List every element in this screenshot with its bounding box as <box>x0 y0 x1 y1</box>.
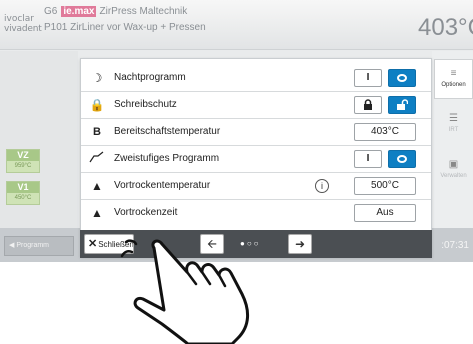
tab-irt[interactable]: ☰ IRT <box>434 105 473 145</box>
tab-options[interactable]: ≡ Optionen <box>434 59 473 99</box>
lock-open-icon <box>397 99 409 110</box>
write-protect-unlock-button[interactable] <box>388 96 416 114</box>
lock-icon: 🔒 <box>89 98 105 112</box>
options-list: ☽ Nachtprogramm I 🔒 Schreibschutz B Bere… <box>80 58 432 257</box>
off-ring-icon <box>397 155 407 163</box>
two-stage-icon <box>89 151 105 167</box>
v1-code: V1 <box>7 182 39 193</box>
v1-tile[interactable]: V1 450°C <box>6 181 40 205</box>
two-stage-off-button[interactable] <box>388 150 416 168</box>
v1-value: 450°C <box>14 195 32 201</box>
device-screen: ivoclar vivadent G6 ie.max ZirPress Maltec… <box>0 0 473 262</box>
write-protect-lock-button[interactable] <box>354 96 382 114</box>
predry-time-icon: ▲ <box>91 206 103 220</box>
setting-label: Nachtprogramm <box>114 72 186 83</box>
program-number: P101 <box>44 22 68 33</box>
current-temperature: 403°C <box>418 14 473 41</box>
lock-closed-icon <box>364 99 372 110</box>
setting-row-standby-temperature: B Bereitschaftstemperatur 403°C <box>81 119 431 146</box>
setting-label: Vortrockenzeit <box>114 207 178 218</box>
tab-manage[interactable]: ▣ Verwalten <box>434 151 473 191</box>
logo-line-1: ivoclar <box>4 14 34 24</box>
irt-icon: ☰ <box>449 113 458 124</box>
setting-row-predry-time: ▲ Vortrockenzeit Aus <box>81 200 431 227</box>
program-tab-label: Programm <box>16 242 50 249</box>
hand-pointer-icon <box>120 239 249 344</box>
night-program-off-button[interactable] <box>388 69 416 87</box>
program-tab[interactable]: ◀ Programm <box>4 236 74 256</box>
setting-label: Bereitschaftstemperatur <box>114 126 221 137</box>
standby-temperature-button[interactable]: 403°C <box>354 123 416 141</box>
logo-line-2: vivadent <box>4 24 42 34</box>
vz-code: VZ <box>7 150 39 161</box>
tab-manage-label: Verwalten <box>440 173 467 179</box>
vz-tile[interactable]: VZ 959°C <box>6 149 40 173</box>
material-badge: ie.max <box>61 6 97 17</box>
tab-options-label: Optionen <box>441 82 466 88</box>
predry-temperature-button[interactable]: 500°C <box>354 177 416 195</box>
right-tab-pane: ≡ Optionen ☰ IRT ▣ Verwalten <box>432 51 473 229</box>
standby-icon: B <box>93 126 101 138</box>
night-program-on-button[interactable]: I <box>354 69 382 87</box>
night-icon: ☽ <box>91 71 103 85</box>
setting-row-two-stage: Zweistufiges Programm I <box>81 146 431 173</box>
clock-readout: :07:31 <box>441 240 469 251</box>
program-title: ZirPress Maltechnik <box>99 6 188 17</box>
program-header: ivoclar vivadent G6 ie.max ZirPress Maltec… <box>0 0 473 50</box>
info-icon[interactable]: i <box>315 179 329 193</box>
options-icon: ≡ <box>450 68 457 79</box>
program-title-line: G6 ie.max ZirPress Maltechnik <box>44 6 187 17</box>
setting-label: Schreibschutz <box>114 99 177 110</box>
group-label: G6 <box>44 6 58 17</box>
predry-time-button[interactable]: Aus <box>354 204 416 222</box>
off-ring-icon <box>397 74 407 82</box>
left-pane: VZ 959°C V1 450°C <box>0 51 78 229</box>
setting-row-write-protect: 🔒 Schreibschutz <box>81 92 431 119</box>
arrow-right-icon: ➜ <box>294 237 306 251</box>
predry-temp-icon: ▲ <box>91 179 103 193</box>
setting-label: Vortrockentemperatur <box>114 180 211 191</box>
vz-value: 959°C <box>14 163 32 169</box>
ivoclar-logo: ivoclar vivadent <box>4 14 42 34</box>
setting-label: Zweistufiges Programm <box>114 153 220 164</box>
program-subtitle: ZirLiner vor Wax-up + Pressen <box>70 22 206 33</box>
two-stage-on-button[interactable]: I <box>354 150 382 168</box>
setting-row-night-program: ☽ Nachtprogramm I <box>81 65 431 92</box>
tab-irt-label: IRT <box>448 127 459 133</box>
manage-icon: ▣ <box>448 159 459 170</box>
program-subtitle-line: P101 ZirLiner vor Wax-up + Pressen <box>44 22 206 33</box>
setting-row-predry-temperature: ▲ Vortrockentemperatur i 500°C <box>81 173 431 200</box>
two-stage-curve-icon <box>89 151 104 163</box>
